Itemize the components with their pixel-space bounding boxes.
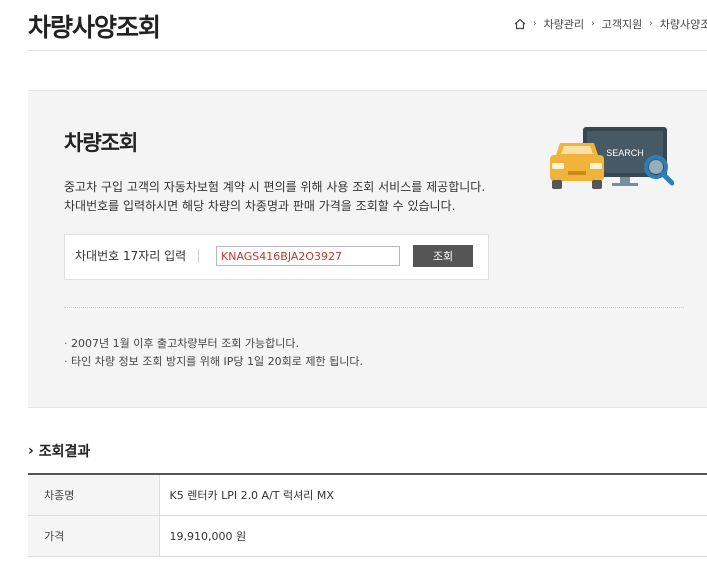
vin-input[interactable] bbox=[216, 246, 400, 266]
chevron-right-icon: › bbox=[533, 19, 537, 29]
header-divider bbox=[28, 50, 707, 51]
table-row: 가격 19,910,000 원 bbox=[28, 515, 707, 556]
lookup-button[interactable]: 조회 bbox=[413, 245, 473, 267]
breadcrumb-item-customer-support[interactable]: 고객지원 bbox=[602, 16, 642, 32]
search-section-title: 차량조회 bbox=[64, 131, 138, 155]
chevron-right-icon: › bbox=[28, 443, 34, 459]
table-row: 차종명 K5 렌터카 LPI 2.0 A/T 럭셔리 MX bbox=[28, 474, 707, 515]
breadcrumb-item-vehicle-management[interactable]: 차량관리 bbox=[544, 16, 584, 32]
row-label-price: 가격 bbox=[28, 515, 159, 556]
notice-item: 타인 차량 정보 조회 방지를 위해 IP당 1일 20회로 제한 됩니다. bbox=[64, 353, 363, 371]
magnifier-icon bbox=[644, 155, 674, 186]
results-table: 차종명 K5 렌터카 LPI 2.0 A/T 럭셔리 MX 가격 19,910,… bbox=[28, 473, 707, 557]
vin-input-panel: 차대번호 17자리 입력 조회 bbox=[64, 234, 489, 280]
vin-input-label: 차대번호 17자리 입력 bbox=[75, 249, 187, 263]
divider bbox=[198, 249, 199, 263]
car-icon bbox=[550, 143, 604, 189]
chevron-right-icon: › bbox=[591, 19, 595, 29]
monitor-label: SEARCH bbox=[606, 148, 644, 158]
car-search-illustration: SEARCH bbox=[550, 127, 674, 189]
row-value-model: K5 렌터카 LPI 2.0 A/T 럭셔리 MX bbox=[158, 474, 707, 515]
breadcrumb-item-current[interactable]: 차량사양조 bbox=[660, 16, 707, 32]
dotted-divider bbox=[64, 307, 684, 308]
notice-item: 2007년 1월 이후 출고차량부터 조회 가능합니다. bbox=[64, 335, 363, 353]
breadcrumb: › 차량관리 › 고객지원 › 차량사양조 bbox=[514, 16, 707, 32]
results-title: 조회결과 bbox=[38, 444, 91, 460]
results-heading: › 조회결과 bbox=[28, 441, 90, 461]
vehicle-search-panel: 차량조회 중고차 구입 고객의 자동차보험 계약 시 편의를 위해 사용 조회 … bbox=[28, 90, 707, 408]
home-icon[interactable] bbox=[514, 18, 526, 30]
notice-list: 2007년 1월 이후 출고차량부터 조회 가능합니다. 타인 차량 정보 조회… bbox=[64, 335, 363, 371]
row-label-model: 차종명 bbox=[28, 474, 159, 515]
description-line: 중고차 구입 고객의 자동차보험 계약 시 편의를 위해 사용 조회 서비스를 … bbox=[64, 180, 486, 194]
page-title: 차량사양조회 bbox=[28, 13, 161, 42]
description-line: 차대번호를 입력하시면 해당 차량의 차종명과 판매 가격을 조회할 수 있습니… bbox=[64, 199, 456, 213]
search-description: 중고차 구입 고객의 자동차보험 계약 시 편의를 위해 사용 조회 서비스를 … bbox=[64, 178, 485, 216]
row-value-price: 19,910,000 원 bbox=[158, 515, 707, 556]
chevron-right-icon: › bbox=[649, 19, 653, 29]
